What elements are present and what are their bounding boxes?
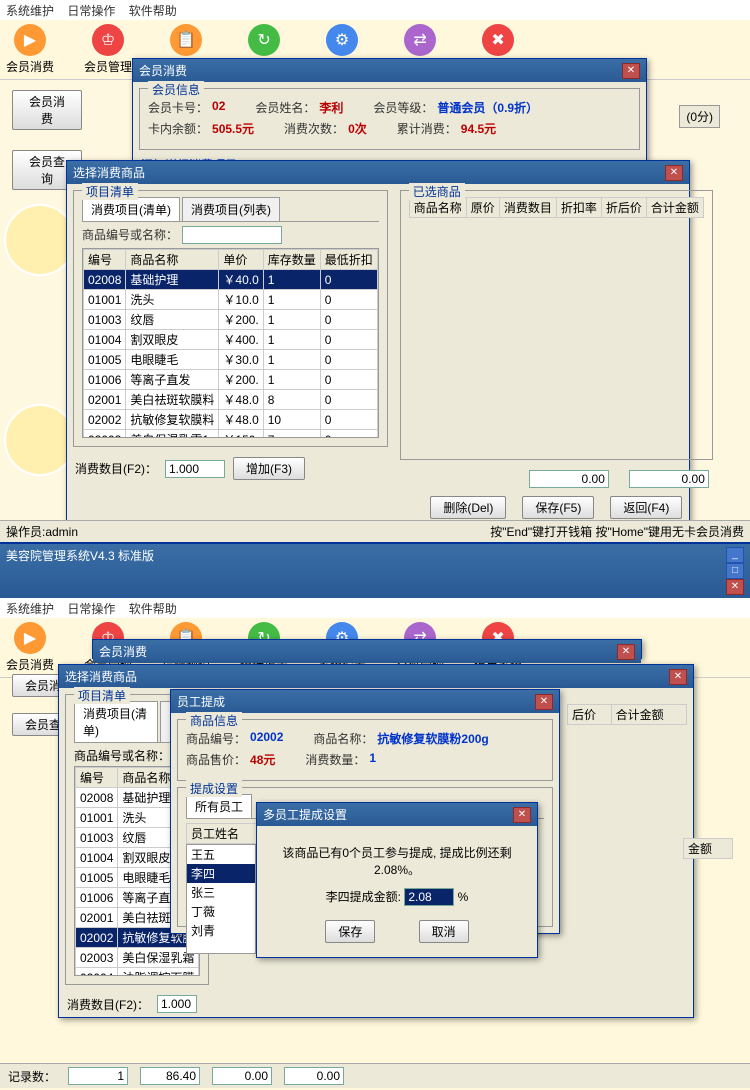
product-table[interactable]: 编号商品名称单价库存数量最低折扣02008基础护理￥40.01001001洗头￥… [83,249,378,438]
max-btn[interactable]: □ [726,563,744,579]
title: 选择消费商品 [65,668,137,685]
qty-lbl: 消费数目(F2)： [75,460,157,477]
close-btn[interactable]: ✕ [617,644,635,660]
close-btn[interactable]: ✕ [726,579,744,595]
cnt-lbl: 消费次数： [284,120,344,137]
prod-name: 抗敏修复软膜粉200g [377,730,488,747]
window-title: 选择消费商品 [73,164,145,181]
footer-v1 [140,1067,200,1085]
close-btn[interactable]: ✕ [535,694,553,710]
footer-rec: 记录数： [0,1063,750,1088]
sel-title: 已选商品 [409,183,465,200]
title: 员工提成 [177,693,225,710]
bal-lbl: 卡内余额： [148,120,208,137]
menu-sys[interactable]: 系统维护 [6,4,54,18]
project-list-group: 项目清单 消费项目(清单) 消费项目(列表) 商品编号或名称： 编号商品名称单价… [73,190,388,447]
tab-list[interactable]: 消费项目(清单) [82,197,180,221]
menu-help[interactable]: 软件帮助 [129,4,177,18]
tb-consume[interactable]: ▶会员消费 [6,24,54,75]
prod-code: 02002 [250,730,283,747]
swap-icon: ⇄ [404,24,436,56]
name-val: 李利 [319,99,343,116]
play-icon: ▶ [14,24,46,56]
cnt-val: 0次 [348,120,367,137]
multi-emp-lbl: 李四提成金额: [326,890,401,904]
tb-member[interactable]: ♔会员管理 [84,24,132,75]
footer-v2 [212,1067,272,1085]
sb-consume[interactable]: 会员消费 [12,90,82,130]
multi-val-input[interactable] [404,888,454,906]
bal-val: 505.5元 [212,120,254,137]
user-icon: ♔ [92,24,124,56]
menubar-2: 系统维护 日常操作 软件帮助 [0,598,750,618]
member-info-group: 会员信息 会员卡号：02 会员姓名：李利 会员等级：普通会员（0.9折） 卡内余… [139,88,640,150]
close-btn[interactable]: ✕ [622,63,640,79]
title: 多员工提成设置 [263,806,347,823]
app2-title: 美容院管理系统V4.3 标准版 [6,547,154,595]
footer-v3 [284,1067,344,1085]
tb-consume[interactable]: ▶会员消费 [6,622,54,673]
app2-frame: 美容院管理系统V4.3 标准版 _ □ ✕ 系统维护 日常操作 软件帮助 ▶会员… [0,542,750,1090]
selected-table[interactable]: 商品名称原价消费数目 折扣率折后价合计金额 [409,197,704,218]
selected-group: 已选商品 商品名称原价消费数目 折扣率折后价合计金额 [400,190,713,460]
rec-count [68,1067,128,1085]
proj-tabs: 消费项目(清单) 消费项目(列表) [82,197,379,222]
select-product-window: 选择消费商品 ✕ 项目清单 消费项目(清单) 消费项目(列表) 商品编号或名称：… [66,160,690,524]
tab-table[interactable]: 消费项目(列表) [182,197,280,221]
close-btn[interactable]: ✕ [665,165,683,181]
group-title: 会员信息 [148,81,204,98]
close-btn[interactable]: ✕ [669,669,687,685]
sum-val: 94.5元 [461,120,496,137]
sel-cols-part: 后价合计金额 [567,704,687,725]
clipboard-icon: 📋 [170,24,202,56]
chart-icon: ↻ [248,24,280,56]
min-btn[interactable]: _ [726,547,744,563]
right-col: 金额 [683,838,733,859]
multi-emp-dialog: 多员工提成设置 ✕ 该商品已有0个员工参与提成, 提成比例还剩2.08%。 李四… [256,802,538,958]
close-icon: ✖ [482,24,514,56]
code-lbl: 商品编号或名称： [82,226,178,244]
add-btn[interactable]: 增加(F3) [233,457,305,480]
qty-input[interactable] [165,460,225,478]
prod-info-group: 商品信息 商品编号：02002 商品名称：抗敏修复软膜粉200g 商品售价：48… [177,719,553,781]
save-btn[interactable]: 保存(F5) [522,496,594,519]
consume-win-2: 会员消费 ✕ [92,639,642,659]
emp-list[interactable]: 王五李四张三丁薇刘青 [186,844,256,954]
gear-icon: ⚙ [326,24,358,56]
status-hint: 按"End"键打开钱箱 按"Home"键用无卡会员消费 [490,523,744,540]
proj-title: 项目清单 [82,183,138,200]
lvl-lbl: 会员等级： [373,99,433,116]
name-lbl: 会员姓名： [255,99,315,116]
code-input[interactable] [182,226,282,244]
card-val: 02 [212,99,225,116]
total-2 [629,470,709,488]
dlg-cancel-btn[interactable]: 取消 [419,920,469,943]
titlebar-consume: 会员消费 ✕ [133,59,646,82]
close-btn[interactable]: ✕ [513,807,531,823]
sum-lbl: 累计消费： [397,120,457,137]
lvl-val: 普通会员（0.9折） [437,99,538,116]
all-emp-tab[interactable]: 所有员工 [186,794,252,818]
multi-msg: 该商品已有0个员工参与提成, 提成比例还剩2.08%。 [269,844,525,878]
prod-price: 48元 [250,751,275,768]
dlg-save-btn[interactable]: 保存 [325,920,375,943]
app2-titlebar: 美容院管理系统V4.3 标准版 _ □ ✕ [0,544,750,598]
status-operator: 操作员:admin [6,523,78,540]
jifen-badge: (0分) [679,105,720,128]
prod-qty: 1 [369,751,376,768]
back-btn[interactable]: 返回(F4) [610,496,682,519]
titlebar-select: 选择消费商品 ✕ [67,161,689,184]
window-title: 会员消费 [139,62,187,79]
qty-input-2[interactable] [157,995,197,1013]
menubar-1: 系统维护 日常操作 软件帮助 [0,0,750,20]
total-1 [529,470,609,488]
card-lbl: 会员卡号： [148,99,208,116]
menu-daily[interactable]: 日常操作 [67,4,115,18]
title: 会员消费 [99,643,147,660]
status-bar-1: 操作员:admin 按"End"键打开钱箱 按"Home"键用无卡会员消费 [0,520,750,542]
del-btn[interactable]: 删除(Del) [430,496,506,519]
tab1[interactable]: 消费项目(清单) [74,701,158,742]
